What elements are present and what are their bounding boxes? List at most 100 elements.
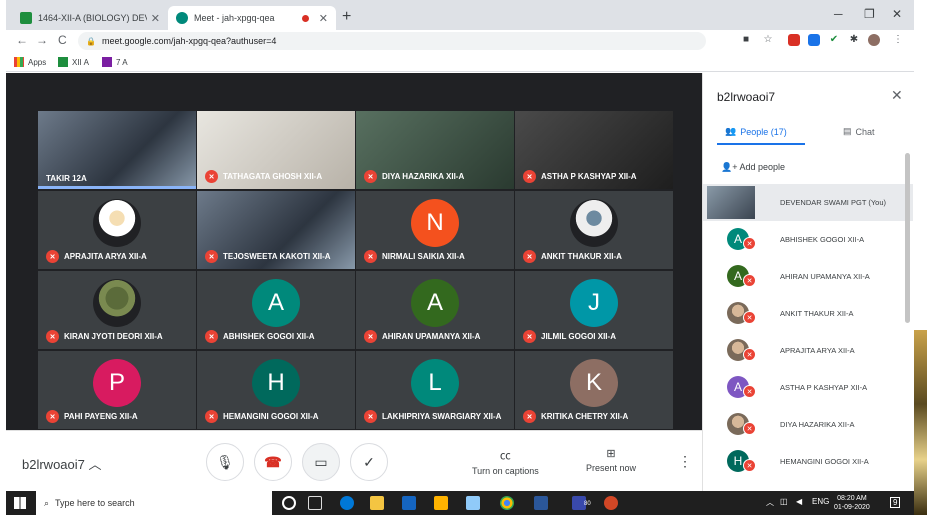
reload-button[interactable]: C (58, 33, 67, 47)
volume-icon[interactable]: ◀ (796, 497, 802, 506)
add-people-button[interactable]: 👤+ Add people (721, 162, 785, 173)
new-tab-button[interactable]: + (342, 8, 351, 26)
participant-tile[interactable]: ✕ ASTHA P KASHYAP XII-A (515, 111, 673, 189)
tray-chevron-icon[interactable]: ︿ (766, 497, 774, 508)
present-label: Present now (586, 463, 637, 473)
participant-list-item[interactable]: A ✕ ABHISHEK GOGOI XII-A (703, 221, 913, 258)
participant-tile[interactable]: ✕ ANKIT THAKUR XII-A (515, 191, 673, 269)
more-options-icon[interactable]: ⋮ (678, 453, 692, 470)
participant-list-item[interactable]: H ✕ HEMANGINI GOGOI XII-A (703, 443, 913, 480)
tab-chat[interactable]: ▤ Chat (843, 126, 875, 137)
mic-off-icon: ✕ (743, 385, 756, 398)
profile-avatar[interactable] (868, 34, 880, 46)
camera-button[interactable]: ▭ (302, 443, 340, 481)
participant-tile[interactable]: L ✕ LAKHIPRIYA SWARGIARY XII-A (356, 351, 514, 429)
app-icon[interactable] (402, 496, 416, 510)
close-tab-icon[interactable]: ✕ (319, 12, 328, 25)
edge-icon[interactable] (340, 496, 354, 510)
search-placeholder: Type here to search (55, 498, 135, 508)
participant-tile[interactable]: N ✕ NIRMALI SAIKIA XII-A (356, 191, 514, 269)
participant-tile[interactable]: ✕ KIRAN JYOTI DEORI XII-A (38, 271, 196, 349)
notification-icon[interactable]: 9 (890, 497, 901, 508)
participant-tile[interactable]: ✕ TEJOSWEETA KAKOTI XII-A (197, 191, 355, 269)
bookmark-star-icon[interactable]: ☆ (762, 34, 774, 46)
task-view-icon[interactable] (308, 496, 322, 510)
participant-tile[interactable]: K ✕ KRITIKA CHETRY XII-A (515, 351, 673, 429)
language-indicator[interactable]: ENG (812, 497, 829, 506)
paint-icon[interactable] (466, 496, 480, 510)
panel-scrollbar[interactable] (905, 153, 910, 323)
participant-name-text: ASTHA P KASHYAP XII-A (541, 172, 637, 181)
chrome-icon[interactable] (500, 496, 514, 510)
maximize-button[interactable]: ❐ (864, 7, 875, 21)
taskbar-search[interactable]: ⌕ Type here to search (36, 491, 272, 515)
active-tab-indicator (717, 143, 805, 145)
participant-tile[interactable]: ✕ TATHAGATA GHOSH XII-A (197, 111, 355, 189)
tab-classroom[interactable]: 1464-XII-A (BIOLOGY) DEVENDA ✕ (12, 6, 168, 30)
bookmark-xii-a[interactable]: XII A (58, 57, 89, 67)
participant-tile[interactable]: H ✕ HEMANGINI GOGOI XII-A (197, 351, 355, 429)
present-now-button[interactable]: ⊞ Present now (586, 447, 636, 473)
mic-off-icon: ✕ (743, 459, 756, 472)
participant-name-text: HEMANGINI GOGOI XII-A (223, 412, 319, 421)
extension-icon[interactable] (808, 34, 820, 46)
microphone-button[interactable]: 🎙 (206, 443, 244, 481)
close-window-button[interactable]: ✕ (892, 7, 902, 21)
extension-check-icon[interactable]: ✔ (828, 34, 840, 46)
address-bar[interactable]: 🔒 meet.google.com/jah-xpgq-qea?authuser=… (78, 32, 706, 50)
participant-name: ✕ APRAJITA ARYA XII-A (46, 250, 147, 263)
chat-tab-label: Chat (855, 126, 875, 137)
tab-people[interactable]: 👥 People (17) (725, 126, 787, 137)
check-button[interactable]: ✓ (350, 443, 388, 481)
windows-start-icon[interactable] (14, 497, 26, 509)
participant-list-name: DIYA HAZARIKA XII-A (780, 420, 855, 429)
tab-meet[interactable]: Meet - jah-xpgq-qea ✕ (168, 6, 336, 30)
bookmark-apps[interactable]: Apps (14, 57, 46, 67)
participant-list-item[interactable]: ✕ DIYA HAZARIKA XII-A (703, 406, 913, 443)
file-explorer-icon[interactable] (370, 496, 384, 510)
participant-tile[interactable]: J ✕ JILMIL GOGOI XII-A (515, 271, 673, 349)
mic-off-icon: ✕ (46, 250, 59, 263)
browser-window: 1464-XII-A (BIOLOGY) DEVENDA ✕ Meet - ja… (6, 0, 914, 491)
meeting-grid: TAKIR 12A ✕ TATHAGATA GHOSH XII-A ✕ DIYA HAZ… (6, 73, 702, 430)
notification-count: 9 (893, 498, 898, 507)
store-icon[interactable] (434, 496, 448, 510)
captions-label: Turn on captions (472, 466, 539, 476)
forward-button[interactable]: → (36, 33, 48, 47)
clock[interactable]: 08:20 AM 01-09-2020 (834, 494, 870, 512)
close-panel-icon[interactable]: ✕ (891, 87, 903, 104)
cortana-icon[interactable] (282, 496, 296, 510)
participant-tile[interactable]: ✕ APRAJITA ARYA XII-A (38, 191, 196, 269)
captions-button[interactable]: ㏄ Turn on captions (472, 447, 539, 476)
bookmark-7-a[interactable]: 7 A (102, 57, 128, 67)
classroom-icon (58, 57, 68, 67)
participant-name: ✕ KRITIKA CHETRY XII-A (523, 410, 628, 423)
leave-call-button[interactable]: ☎ (254, 443, 292, 481)
participant-list-item[interactable]: DEVENDAR SWAMI PGT (You) (703, 184, 913, 221)
background-edge (914, 330, 927, 515)
meeting-details-button[interactable]: b2lrwoaoi7 ︿ (22, 454, 102, 473)
network-icon[interactable]: ◫ (780, 497, 788, 506)
close-tab-icon[interactable]: ✕ (151, 12, 160, 25)
participant-tile[interactable]: P ✕ PAHI PAYENG XII-A (38, 351, 196, 429)
powerpoint-icon[interactable] (604, 496, 618, 510)
participant-name: ✕ HEMANGINI GOGOI XII-A (205, 410, 319, 423)
clock-date: 01-09-2020 (834, 504, 870, 511)
minimize-button[interactable]: ─ (834, 7, 843, 21)
camera-icon: ▭ (314, 453, 328, 470)
participant-tile[interactable]: A ✕ AHIRAN UPAMANYA XII-A (356, 271, 514, 349)
participant-list-item[interactable]: ✕ APRAJITA ARYA XII-A (703, 332, 913, 369)
participant-tile[interactable]: A ✕ ABHISHEK GOGOI XII-A (197, 271, 355, 349)
camera-indicator-icon[interactable]: ■ (740, 34, 752, 46)
tab-strip: 1464-XII-A (BIOLOGY) DEVENDA ✕ Meet - ja… (6, 0, 914, 30)
participant-list-item[interactable]: A ✕ ASTHA P KASHYAP XII-A (703, 369, 913, 406)
participant-list-item[interactable]: A ✕ AHIRAN UPAMANYA XII-A (703, 258, 913, 295)
extension-icon[interactable] (788, 34, 800, 46)
participant-list-item[interactable]: ✕ ANKIT THAKUR XII-A (703, 295, 913, 332)
participant-tile[interactable]: TAKIR 12A (38, 111, 196, 189)
participant-tile[interactable]: ✕ DIYA HAZARIKA XII-A (356, 111, 514, 189)
menu-kebab-icon[interactable]: ⋮ (892, 34, 904, 46)
back-button[interactable]: ← (16, 33, 28, 47)
extensions-puzzle-icon[interactable]: ✱ (848, 34, 860, 46)
word-icon[interactable] (534, 496, 548, 510)
